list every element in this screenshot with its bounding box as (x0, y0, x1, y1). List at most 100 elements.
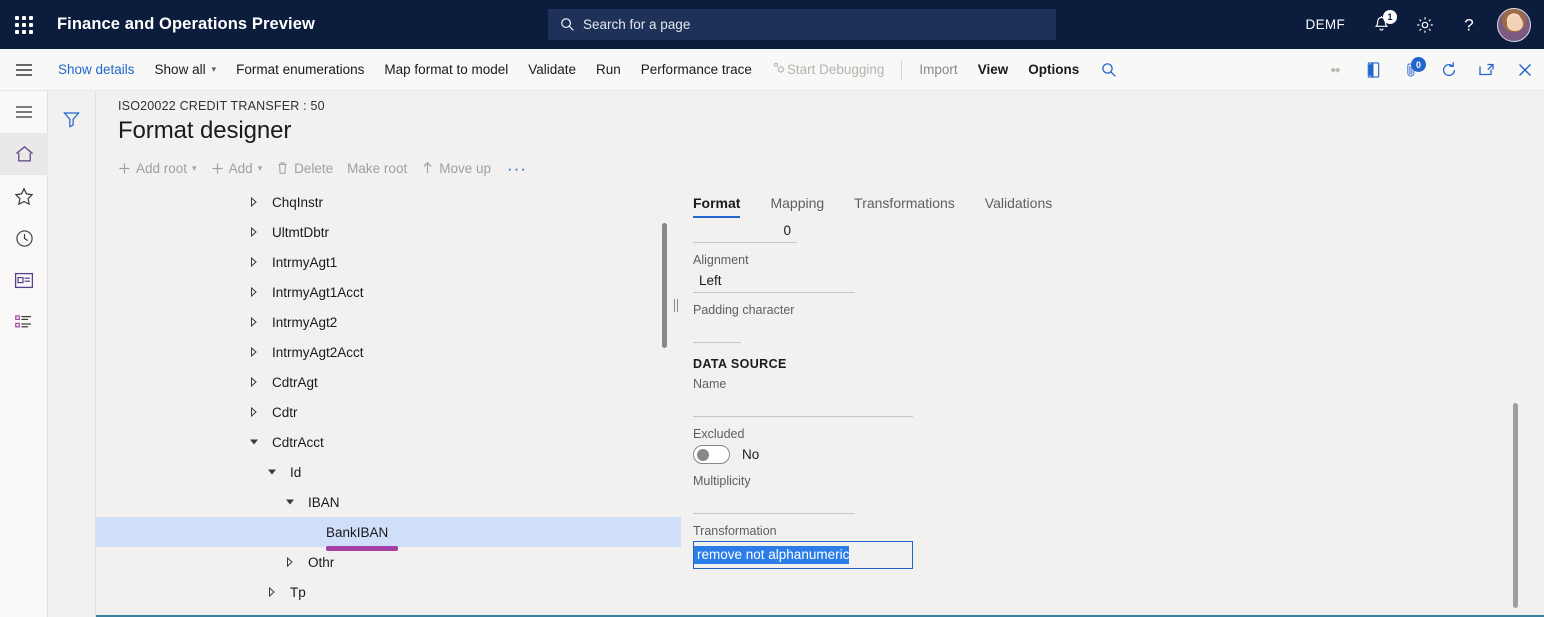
tab-validations-label: Validations (985, 195, 1052, 211)
filter-funnel-icon[interactable] (48, 103, 95, 135)
hamburger-menu-icon[interactable] (0, 49, 48, 90)
make-root-label: Make root (347, 161, 407, 176)
tab-format[interactable]: Format (693, 195, 740, 218)
cmd-performance-trace[interactable]: Performance trace (631, 49, 762, 90)
toolbar-overflow-button[interactable]: ··· (507, 160, 527, 177)
number-field-group: 0 (693, 220, 1544, 243)
relationships-icon[interactable] (1316, 49, 1354, 90)
chevron-right-icon[interactable] (246, 227, 262, 237)
chevron-right-icon[interactable] (246, 197, 262, 207)
details-vertical-scrollbar[interactable] (1513, 403, 1518, 608)
padding-character-input[interactable] (693, 320, 741, 343)
tree-row[interactable]: Othr (96, 547, 681, 577)
chevron-down-icon[interactable] (246, 438, 262, 446)
tree-row[interactable]: UltmtDbtr (96, 217, 681, 247)
excluded-toggle[interactable] (693, 445, 730, 464)
tree-vertical-scrollbar[interactable] (662, 223, 667, 348)
cmd-import[interactable]: Import (909, 49, 967, 90)
tree-row[interactable]: IntrmyAgt2 (96, 307, 681, 337)
tree-row[interactable]: CdtrAgt (96, 367, 681, 397)
tree-item-label: Id (290, 465, 301, 480)
chevron-right-icon[interactable] (282, 557, 298, 567)
attachments-icon[interactable]: 0 (1392, 49, 1430, 90)
tree-row[interactable]: Cdtr (96, 397, 681, 427)
transformation-field-group: Transformation remove not alphanumeric (693, 524, 1544, 569)
app-launcher-icon[interactable] (0, 0, 48, 49)
plus-icon (118, 162, 131, 175)
chevron-right-icon[interactable] (264, 587, 280, 597)
command-bar: Show details Show all ▾ Format enumerati… (0, 49, 1544, 91)
cmd-view[interactable]: View (968, 49, 1019, 90)
tree-row[interactable]: IntrmyAgt1 (96, 247, 681, 277)
top-navigation-bar: Finance and Operations Preview Search fo… (0, 0, 1544, 49)
open-in-office-icon[interactable] (1354, 49, 1392, 90)
top-nav-right-group: DEMF 1 ? (1306, 0, 1544, 49)
tab-mapping[interactable]: Mapping (770, 195, 824, 218)
command-bar-search-icon[interactable] (1089, 49, 1129, 90)
tree-item-label: UltmtDbtr (272, 225, 329, 240)
pane-splitter[interactable] (671, 297, 681, 313)
tree-row[interactable]: IntrmyAgt1Acct (96, 277, 681, 307)
search-icon (560, 17, 575, 32)
popout-icon[interactable] (1468, 49, 1506, 90)
cmd-format-enumerations-label: Format enumerations (236, 62, 364, 77)
company-selector[interactable]: DEMF (1306, 17, 1345, 32)
question-mark-icon[interactable]: ? (1447, 0, 1491, 49)
cmd-show-details[interactable]: Show details (48, 49, 145, 90)
user-avatar[interactable] (1497, 8, 1531, 42)
sidebar-item-favorites[interactable] (0, 175, 48, 217)
alignment-field-group: Alignment Left (693, 253, 1544, 293)
cmd-show-details-label: Show details (58, 62, 135, 77)
plus-icon (211, 162, 224, 175)
multiplicity-input[interactable] (693, 491, 855, 514)
number-input[interactable]: 0 (693, 220, 797, 243)
chevron-right-icon[interactable] (246, 377, 262, 387)
gear-icon[interactable] (1403, 0, 1447, 49)
sidebar-item-home[interactable] (0, 133, 48, 175)
cmd-show-all[interactable]: Show all ▾ (145, 49, 227, 90)
cmd-start-debugging-label: Start Debugging (787, 62, 885, 77)
excluded-toggle-row: No (693, 445, 1544, 464)
tree-row[interactable]: BankIBAN (96, 517, 681, 547)
navigation-rail (0, 91, 48, 617)
alignment-input[interactable]: Left (693, 270, 855, 293)
tree-row[interactable]: CdtrAcct (96, 427, 681, 457)
sidebar-item-modules[interactable] (0, 301, 48, 343)
chevron-right-icon[interactable] (246, 347, 262, 357)
bell-icon[interactable]: 1 (1359, 0, 1403, 49)
cmd-options[interactable]: Options (1018, 49, 1089, 90)
debug-gear-icon (772, 61, 787, 79)
tab-transformations[interactable]: Transformations (854, 195, 955, 218)
close-icon[interactable] (1506, 49, 1544, 90)
toggle-knob (697, 449, 709, 461)
sidebar-item-recent[interactable] (0, 217, 48, 259)
sidebar-item-menu[interactable] (0, 91, 48, 133)
cmd-format-enumerations[interactable]: Format enumerations (226, 49, 374, 90)
refresh-icon[interactable] (1430, 49, 1468, 90)
cmd-run[interactable]: Run (586, 49, 631, 90)
tree-row[interactable]: ChqInstr (96, 187, 681, 217)
sidebar-item-workspaces[interactable] (0, 259, 48, 301)
cmd-validate-label: Validate (528, 62, 576, 77)
chevron-right-icon[interactable] (246, 407, 262, 417)
tree-item-label: Cdtr (272, 405, 298, 420)
tree-row[interactable]: IntrmyAgt2Acct (96, 337, 681, 367)
chevron-down-icon[interactable] (264, 468, 280, 476)
delete-button: Delete (276, 161, 333, 176)
chevron-right-icon[interactable] (246, 257, 262, 267)
tree-row[interactable]: Id (96, 457, 681, 487)
name-input[interactable] (693, 394, 913, 417)
global-search-box[interactable]: Search for a page (548, 9, 1056, 40)
cmd-map-format-to-model[interactable]: Map format to model (374, 49, 518, 90)
move-up-button: Move up (421, 161, 491, 176)
notification-count-badge: 1 (1383, 10, 1397, 24)
tab-mapping-label: Mapping (770, 195, 824, 211)
chevron-right-icon[interactable] (246, 287, 262, 297)
cmd-validate[interactable]: Validate (518, 49, 586, 90)
tree-row[interactable]: Tp (96, 577, 681, 607)
transformation-input[interactable]: remove not alphanumeric (693, 541, 913, 569)
chevron-down-icon[interactable] (282, 498, 298, 506)
tree-row[interactable]: IBAN (96, 487, 681, 517)
tab-validations[interactable]: Validations (985, 195, 1052, 218)
chevron-right-icon[interactable] (246, 317, 262, 327)
